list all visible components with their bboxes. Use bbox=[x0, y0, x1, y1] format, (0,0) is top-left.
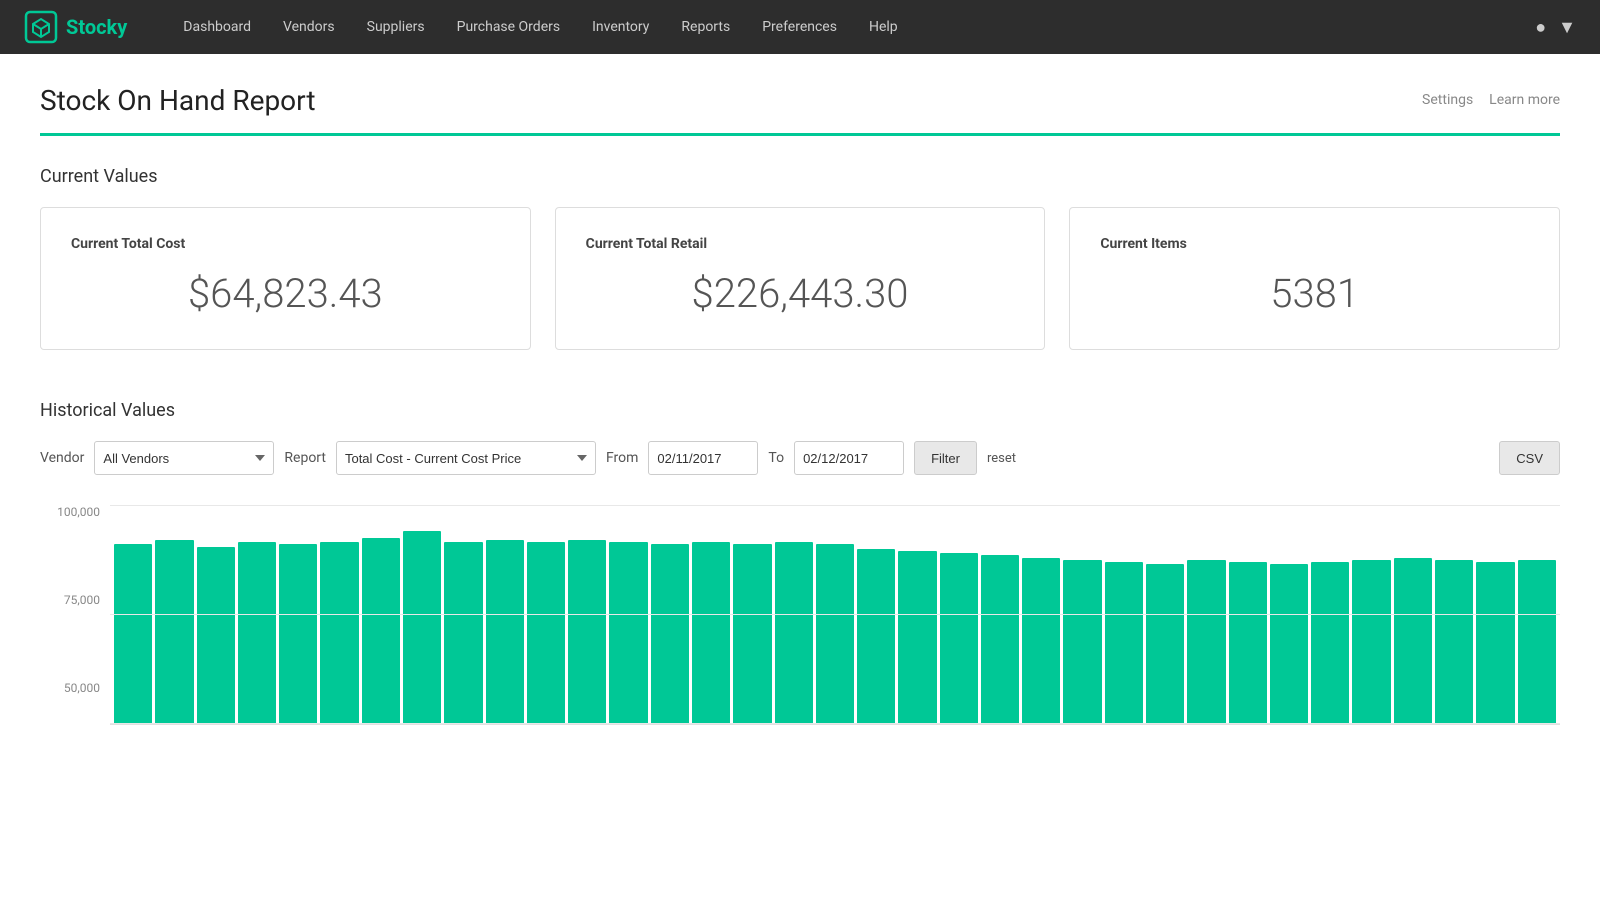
chart-bar bbox=[1394, 558, 1432, 724]
chart-bar bbox=[1352, 560, 1390, 724]
nav-item-dashboard[interactable]: Dashboard bbox=[167, 0, 267, 54]
chart-bar bbox=[816, 544, 854, 724]
chart-bar bbox=[1476, 562, 1514, 724]
cards-row: Current Total Cost $64,823.43 Current To… bbox=[40, 207, 1560, 350]
nav-right: ● ▼ bbox=[1535, 17, 1576, 38]
from-label: From bbox=[606, 450, 638, 466]
filter-row: Vendor All Vendors Report Total Cost - C… bbox=[40, 441, 1560, 475]
header-actions: Settings Learn more bbox=[1422, 84, 1560, 108]
chart-bar bbox=[940, 553, 978, 724]
card-total-cost-label: Current Total Cost bbox=[71, 236, 500, 252]
vendor-label: Vendor bbox=[40, 450, 84, 466]
chart-bar bbox=[1229, 562, 1267, 724]
chevron-down-icon[interactable]: ▼ bbox=[1558, 17, 1576, 38]
chart-bar bbox=[279, 544, 317, 724]
card-current-items: Current Items 5381 bbox=[1069, 207, 1560, 350]
chart-bar bbox=[444, 542, 482, 724]
logo-icon bbox=[24, 10, 58, 44]
chart-bar bbox=[155, 540, 193, 724]
logo[interactable]: Stocky bbox=[24, 10, 127, 44]
vendor-select[interactable]: All Vendors bbox=[94, 441, 274, 475]
chart-y-labels: 100,000 75,000 50,000 bbox=[40, 505, 100, 695]
logo-text: Stocky bbox=[66, 15, 127, 39]
nav-item-reports[interactable]: Reports bbox=[665, 0, 746, 54]
chart-bar bbox=[775, 542, 813, 724]
chart-container: 100,000 75,000 50,000 bbox=[40, 505, 1560, 725]
y-label-100k: 100,000 bbox=[40, 505, 100, 519]
nav-item-help[interactable]: Help bbox=[853, 0, 914, 54]
nav-item-vendors[interactable]: Vendors bbox=[267, 0, 351, 54]
chart-bar bbox=[568, 540, 606, 724]
chart-bar bbox=[857, 549, 895, 724]
reset-link[interactable]: reset bbox=[987, 451, 1016, 466]
page-title: Stock On Hand Report bbox=[40, 84, 315, 117]
chart-bar bbox=[114, 544, 152, 724]
chart-bar bbox=[1270, 564, 1308, 724]
historical-section: Historical Values Vendor All Vendors Rep… bbox=[40, 400, 1560, 725]
page-header: Stock On Hand Report Settings Learn more bbox=[40, 84, 1560, 117]
report-label: Report bbox=[284, 450, 326, 466]
chart-bar bbox=[1311, 562, 1349, 724]
chart-bar bbox=[1187, 560, 1225, 724]
nav-links: Dashboard Vendors Suppliers Purchase Ord… bbox=[167, 0, 1535, 54]
chart-bar bbox=[733, 544, 771, 724]
filter-button[interactable]: Filter bbox=[914, 441, 977, 475]
chart-bar bbox=[486, 540, 524, 724]
to-label: To bbox=[768, 450, 784, 466]
y-label-50k: 50,000 bbox=[40, 681, 100, 695]
chart-bar bbox=[403, 531, 441, 724]
chart-bar bbox=[197, 547, 235, 724]
chart-bar bbox=[320, 542, 358, 724]
nav-item-suppliers[interactable]: Suppliers bbox=[351, 0, 441, 54]
chart-bar bbox=[527, 542, 565, 724]
chart-bar bbox=[1435, 560, 1473, 724]
current-values-section: Current Values Current Total Cost $64,82… bbox=[40, 166, 1560, 350]
card-total-retail-label: Current Total Retail bbox=[586, 236, 1015, 252]
chart-bars-area bbox=[110, 505, 1560, 725]
teal-divider bbox=[40, 133, 1560, 136]
to-date-input[interactable] bbox=[794, 441, 904, 475]
chart-bars bbox=[110, 505, 1560, 724]
chart-bar bbox=[362, 538, 400, 724]
current-values-title: Current Values bbox=[40, 166, 1560, 187]
chart-bar bbox=[981, 555, 1019, 724]
nav-item-preferences[interactable]: Preferences bbox=[746, 0, 853, 54]
card-current-items-value: 5381 bbox=[1100, 270, 1529, 317]
chart-bar bbox=[1146, 564, 1184, 724]
report-select[interactable]: Total Cost - Current Cost Price bbox=[336, 441, 596, 475]
nav-item-purchase-orders[interactable]: Purchase Orders bbox=[441, 0, 576, 54]
page-content: Stock On Hand Report Settings Learn more… bbox=[0, 54, 1600, 765]
chart-bar bbox=[238, 542, 276, 724]
csv-button[interactable]: CSV bbox=[1499, 441, 1560, 475]
chart-bar bbox=[1022, 558, 1060, 724]
search-icon[interactable]: ● bbox=[1535, 17, 1546, 38]
chart-bar bbox=[609, 542, 647, 724]
card-total-cost: Current Total Cost $64,823.43 bbox=[40, 207, 531, 350]
chart-bar bbox=[651, 544, 689, 724]
card-total-cost-value: $64,823.43 bbox=[71, 270, 500, 317]
card-current-items-label: Current Items bbox=[1100, 236, 1529, 252]
settings-link[interactable]: Settings bbox=[1422, 92, 1473, 108]
chart-bar bbox=[1105, 562, 1143, 724]
card-total-retail-value: $226,443.30 bbox=[586, 270, 1015, 317]
historical-values-title: Historical Values bbox=[40, 400, 1560, 421]
navigation: Stocky Dashboard Vendors Suppliers Purch… bbox=[0, 0, 1600, 54]
nav-item-inventory[interactable]: Inventory bbox=[576, 0, 665, 54]
chart-bar bbox=[1518, 560, 1556, 724]
chart-bar bbox=[692, 542, 730, 724]
chart-bar bbox=[898, 551, 936, 724]
card-total-retail: Current Total Retail $226,443.30 bbox=[555, 207, 1046, 350]
chart-bar bbox=[1063, 560, 1101, 724]
learn-more-link[interactable]: Learn more bbox=[1489, 92, 1560, 108]
from-date-input[interactable] bbox=[648, 441, 758, 475]
y-label-75k: 75,000 bbox=[40, 593, 100, 607]
